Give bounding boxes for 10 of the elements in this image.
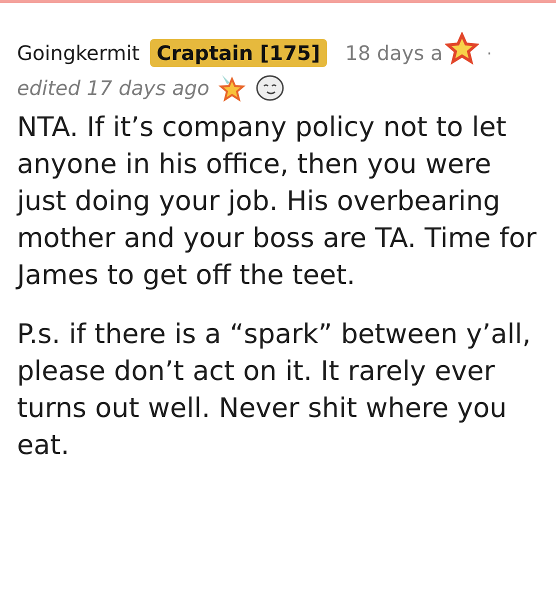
seal-face-icon — [255, 74, 286, 102]
post-time: 18 days a — [345, 41, 443, 65]
comment-paragraph: P.s. if there is a “spark” between y’all, please don’t act on it. It rarely ever turns out well. Never shit where you eat. — [17, 318, 532, 463]
separator-dot: · — [486, 44, 492, 62]
author-name[interactable]: Goingkermit — [17, 41, 140, 65]
comment-paragraph: NTA. If it’s company policy not to let anyone in his office, then you were just doing your job. His overbearing mother and your boss are TA. Time for James to get off the teet. — [17, 111, 538, 293]
user-flair: Craptain [175] — [150, 39, 328, 67]
star-icon — [444, 32, 479, 66]
edited-time: edited 17 days ago — [17, 76, 210, 100]
party-star-icon — [217, 73, 248, 103]
